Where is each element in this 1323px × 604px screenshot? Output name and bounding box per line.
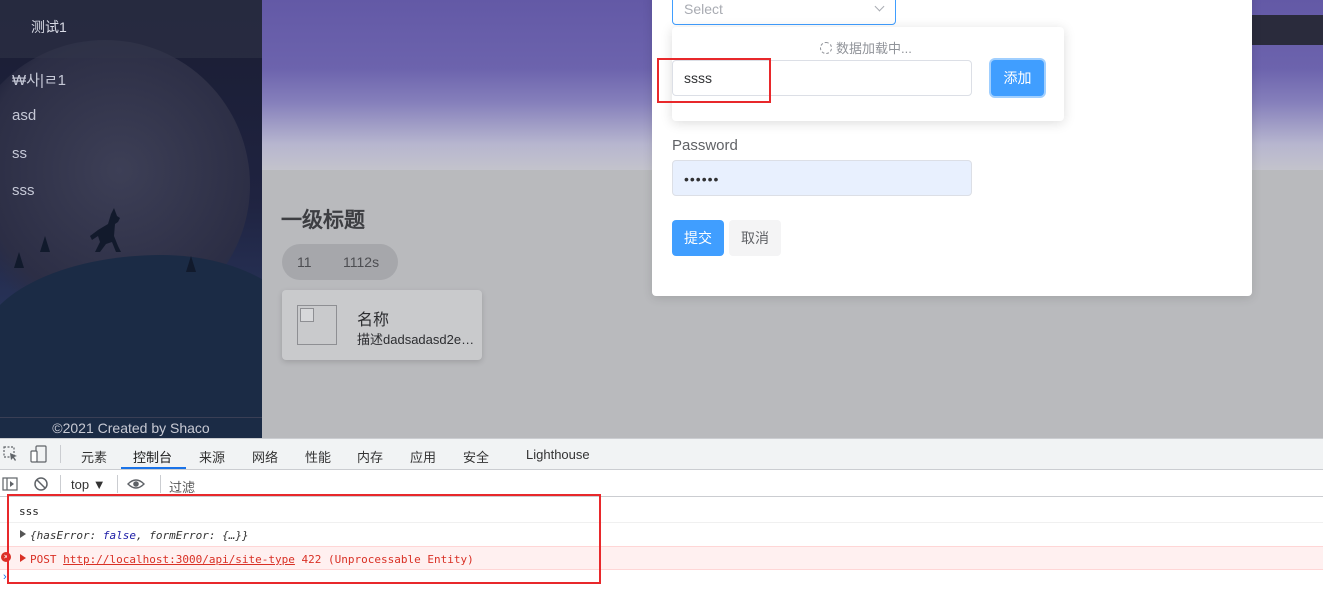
clear-console-icon[interactable] — [33, 476, 49, 492]
sidebar-item-1[interactable]: ₩사|ㄹ1 — [12, 69, 66, 90]
page-title: 一级标题 — [281, 209, 365, 232]
type-select[interactable]: Select — [672, 0, 896, 25]
submit-button[interactable]: 提交 — [672, 220, 724, 256]
context-select[interactable]: top ▼ — [71, 477, 106, 492]
hill-illustration — [0, 255, 262, 438]
tab-sources[interactable]: 来源 — [199, 447, 225, 466]
password-label: Password — [672, 137, 738, 154]
sidebar-toggle-icon[interactable] — [2, 476, 18, 492]
highlight-box — [657, 58, 771, 103]
tab-memory[interactable]: 内存 — [357, 447, 383, 466]
tab-performance[interactable]: 性能 — [305, 447, 331, 466]
eye-icon[interactable] — [127, 476, 145, 492]
tag-item[interactable]: 11 — [297, 254, 312, 270]
sidebar-title[interactable]: 测试1 — [31, 17, 67, 37]
device-toggle-icon[interactable] — [30, 445, 48, 463]
tag-group: 11 1112s — [282, 244, 398, 280]
site-card[interactable]: 名称 描述dadsadasd2e… — [282, 290, 482, 360]
sidebar: 测试1 ₩사|ㄹ1 asd ss sss ©2021 Created by Sh… — [0, 0, 262, 438]
tab-network[interactable]: 网络 — [252, 447, 278, 466]
cancel-button[interactable]: 取消 — [729, 220, 781, 256]
sidebar-item-sss[interactable]: sss — [12, 182, 35, 199]
loading-text: 数据加载中... — [836, 41, 912, 56]
context-label: top — [71, 477, 90, 492]
divider — [60, 475, 61, 493]
password-field[interactable]: •••••• — [672, 160, 972, 196]
highlight-box — [7, 494, 601, 584]
tab-security[interactable]: 安全 — [463, 447, 489, 466]
sidebar-header: 测试1 — [0, 0, 262, 58]
spinner-icon — [820, 42, 832, 54]
divider — [117, 475, 118, 493]
tag-item[interactable]: 1112s — [343, 254, 379, 270]
image-placeholder-icon — [297, 305, 337, 345]
tree-icon — [186, 256, 196, 272]
card-name: 名称 — [357, 312, 390, 329]
card-description: 描述dadsadasd2e… — [357, 332, 475, 347]
wolf-illustration — [90, 208, 121, 252]
tab-application[interactable]: 应用 — [410, 447, 436, 466]
header-bar — [1252, 15, 1323, 45]
tree-icon — [14, 252, 24, 268]
select-placeholder: Select — [684, 1, 723, 17]
sidebar-item-ss[interactable]: ss — [12, 145, 27, 162]
divider — [160, 475, 161, 493]
active-tab-indicator — [121, 467, 186, 469]
inspect-icon[interactable] — [3, 446, 19, 462]
devtools-tabbar: 元素 控制台 来源 网络 性能 内存 应用 安全 Lighthouse — [0, 439, 1323, 470]
sidebar-item-asd[interactable]: asd — [12, 107, 36, 124]
loading-indicator: 数据加载中... — [820, 38, 912, 57]
chevron-down-icon — [874, 1, 885, 12]
tab-elements[interactable]: 元素 — [81, 447, 107, 466]
divider — [60, 445, 61, 463]
add-button[interactable]: 添加 — [991, 60, 1044, 96]
tab-console[interactable]: 控制台 — [133, 447, 172, 466]
app-page: 测试1 ₩사|ㄹ1 asd ss sss ©2021 Created by Sh… — [0, 0, 1323, 604]
tree-icon — [40, 236, 50, 252]
tab-lighthouse[interactable]: Lighthouse — [526, 447, 590, 462]
sidebar-footer: ©2021 Created by Shaco — [0, 417, 262, 438]
